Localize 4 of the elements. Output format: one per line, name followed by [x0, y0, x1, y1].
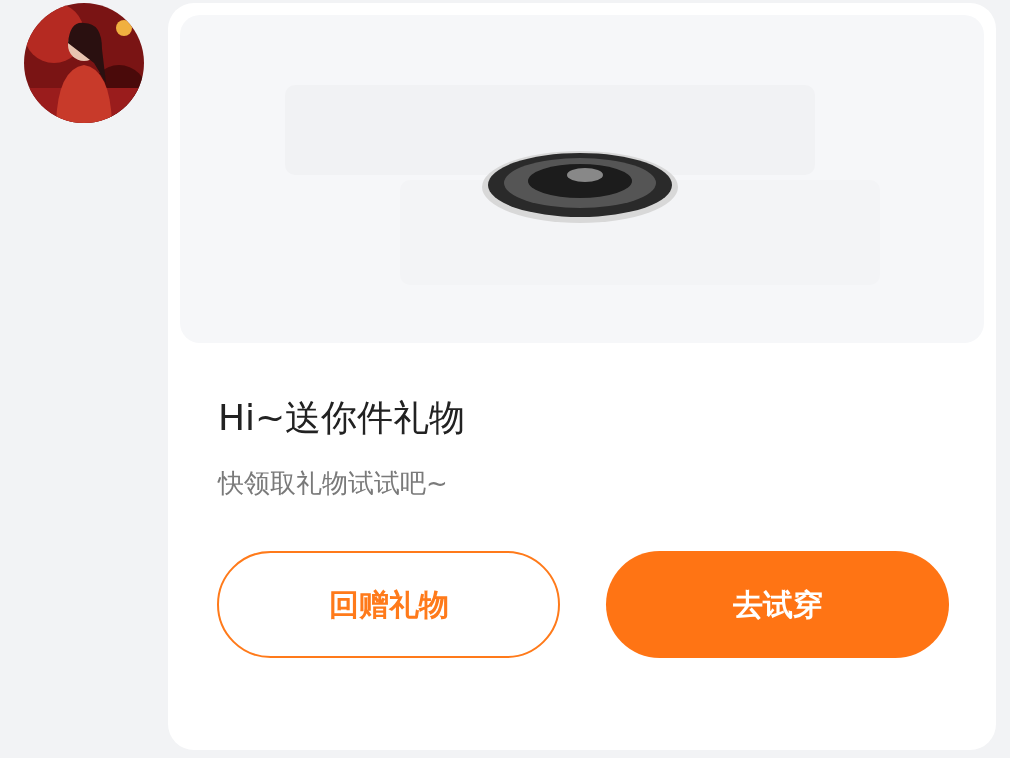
try-on-button[interactable]: 去试穿	[606, 550, 949, 658]
message-title: Hi~送你件礼物	[218, 396, 467, 440]
gift-back-button[interactable]: 回赠礼物	[217, 550, 560, 658]
message-text: 快领取礼物试试吧~	[218, 466, 449, 500]
